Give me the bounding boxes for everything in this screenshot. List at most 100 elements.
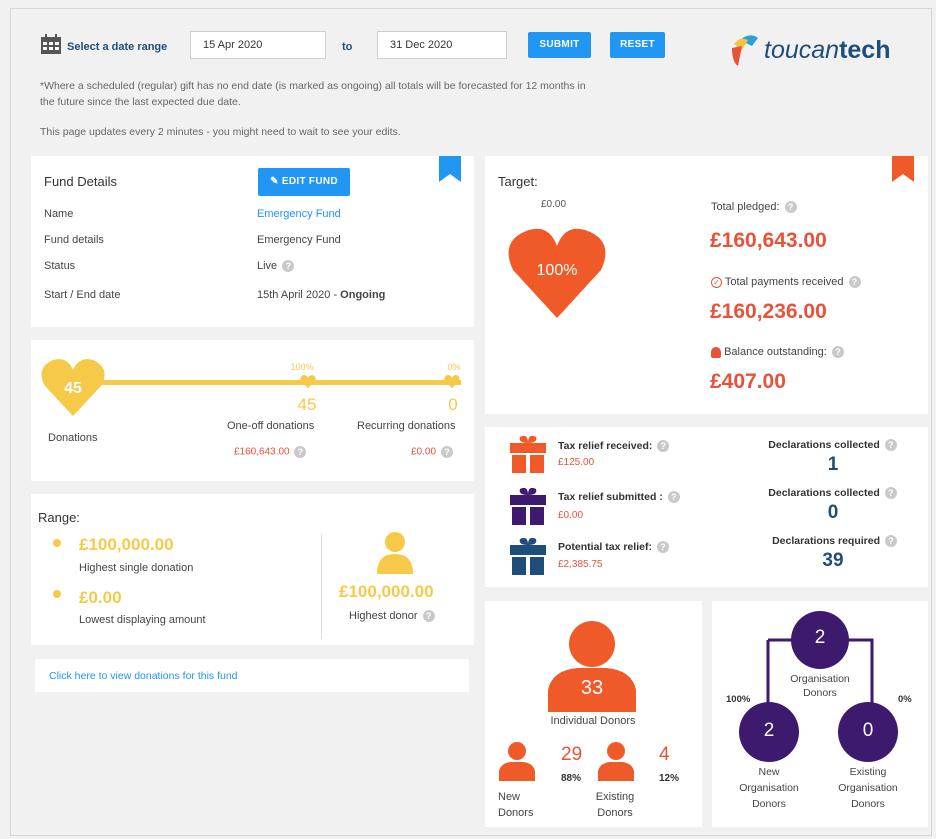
view-donations-link[interactable]: Click here to view donations for this fu… bbox=[49, 670, 238, 682]
oneoff-heart-icon bbox=[300, 374, 316, 388]
individual-donor-count: 33 bbox=[580, 677, 604, 699]
fund-details-title: Fund Details bbox=[44, 174, 117, 189]
help-icon[interactable]: ? bbox=[440, 446, 453, 458]
pledged-label-text: Total pledged: bbox=[711, 201, 780, 213]
highest-donor-text: Highest donor bbox=[349, 610, 418, 622]
new-org-label-3: Donors bbox=[752, 798, 786, 810]
target-amount: £0.00 bbox=[541, 199, 567, 210]
bookmark-icon[interactable] bbox=[439, 156, 461, 182]
date-from-value: 15 Apr 2020 bbox=[203, 39, 263, 51]
toucantech-logo-icon bbox=[730, 32, 760, 68]
fund-dates-label: Start / End date bbox=[44, 289, 121, 301]
declarations-collected-label: Declarations collected ? bbox=[745, 439, 920, 452]
help-icon[interactable]: ? bbox=[294, 446, 307, 458]
payments-label: ✓ Total payments received ? bbox=[711, 276, 861, 289]
existing-donor-label-2: Donors bbox=[597, 807, 633, 819]
help-icon[interactable]: ? bbox=[784, 201, 797, 214]
status-text: Live bbox=[257, 260, 278, 272]
existing-donor-label-1: Existing bbox=[595, 791, 635, 803]
balance-label: Balance outstanding: ? bbox=[711, 346, 844, 359]
tax-relief-card: Tax relief received: ? £125.00 Tax relie… bbox=[485, 427, 928, 587]
date-from-input[interactable]: 15 Apr 2020 bbox=[190, 31, 326, 59]
new-donor-label-1: New bbox=[498, 791, 521, 803]
date-to-value: 31 Dec 2020 bbox=[390, 39, 453, 51]
existing-donor-pct: 12% bbox=[659, 773, 680, 784]
existing-organisation-count: 0 bbox=[862, 720, 874, 741]
tax-received-label: Tax relief received: ? bbox=[558, 440, 670, 453]
target-card: Target: £0.00 100% Total pledged: ? £160… bbox=[485, 156, 928, 414]
declarations-collected-label-2: Declarations collected ? bbox=[745, 487, 920, 500]
new-donor-label: New Donors bbox=[498, 789, 533, 821]
decl1-text: Declarations collected bbox=[768, 439, 880, 451]
calendar-icon[interactable] bbox=[40, 33, 62, 55]
help-icon[interactable]: ? bbox=[282, 260, 295, 273]
help-icon[interactable]: ? bbox=[657, 440, 670, 453]
person-icon bbox=[375, 530, 415, 574]
help-icon[interactable]: ? bbox=[884, 487, 897, 500]
highest-donation-label: Highest single donation bbox=[79, 562, 194, 574]
existing-org-label-2: Organisation bbox=[838, 782, 898, 794]
org-label-1: Organisation bbox=[790, 673, 850, 685]
tax-submitted-label: Tax relief submitted : ? bbox=[558, 491, 680, 504]
decl3-text: Declarations required bbox=[772, 535, 881, 547]
tax-potential-text: Potential tax relief: bbox=[558, 541, 652, 553]
organisation-donors-card: 2 Organisation Donors 100% 0% 2 New Organi… bbox=[712, 601, 928, 827]
new-org-label-2: Organisation bbox=[739, 782, 799, 794]
highest-donor-label: Highest donor ? bbox=[349, 610, 435, 623]
help-icon[interactable]: ? bbox=[667, 491, 680, 504]
target-heart-pct: 100% bbox=[536, 262, 578, 279]
range-card: Range: £100,000.00 Highest single donati… bbox=[31, 494, 474, 645]
payments-value: £160,236.00 bbox=[710, 300, 827, 323]
fund-name-label: Name bbox=[44, 208, 74, 220]
organisation-donors-label: Organisation Donors bbox=[774, 672, 866, 700]
tax-submitted-value: £0.00 bbox=[558, 510, 584, 521]
new-donor-pct: 88% bbox=[561, 773, 582, 784]
fund-details-label: Fund details bbox=[44, 234, 104, 246]
new-donor-icon bbox=[499, 741, 535, 781]
organisation-donors-count: 2 bbox=[814, 627, 826, 648]
bookmark-icon[interactable] bbox=[892, 156, 914, 182]
recurring-heart-icon bbox=[444, 374, 460, 388]
date-to-input[interactable]: 31 Dec 2020 bbox=[377, 31, 507, 59]
edit-fund-button[interactable]: ✎ EDIT FUND bbox=[258, 168, 350, 196]
recurring-label: Recurring donations bbox=[357, 420, 456, 432]
pencil-icon: ✎ bbox=[270, 176, 279, 187]
submit-button[interactable]: SUBMIT bbox=[528, 32, 591, 58]
oneoff-pct: 100% bbox=[290, 362, 314, 372]
tax-potential-label: Potential tax relief: ? bbox=[558, 541, 669, 554]
forecast-note: *Where a scheduled (regular) gift has no… bbox=[40, 80, 586, 108]
reset-button[interactable]: RESET bbox=[610, 32, 665, 58]
payments-label-text: Total payments received bbox=[724, 276, 844, 288]
gift-icon bbox=[510, 535, 546, 575]
date-range-label: Select a date range bbox=[67, 41, 168, 53]
logo-prefix: toucan bbox=[764, 36, 840, 64]
bullet-dot bbox=[53, 539, 61, 547]
declarations-collected-value: 1 bbox=[827, 454, 839, 475]
fund-name-link[interactable]: Emergency Fund bbox=[257, 208, 341, 220]
help-icon[interactable]: ? bbox=[656, 541, 669, 554]
balance-value: £407.00 bbox=[710, 370, 786, 393]
existing-org-label-1: Existing bbox=[849, 766, 887, 778]
highest-donor-value: £100,000.00 bbox=[339, 582, 434, 601]
decl2-text: Declarations collected bbox=[768, 487, 880, 499]
oneoff-amount: £160,643.00 ? bbox=[234, 446, 307, 458]
individual-donors-card: 33 Individual Donors New Donors 29 88% Ex… bbox=[485, 601, 702, 827]
help-icon[interactable]: ? bbox=[884, 535, 897, 548]
declarations-required-label: Declarations required ? bbox=[747, 535, 922, 548]
recurring-amount-text: £0.00 bbox=[411, 446, 437, 458]
help-icon[interactable]: ? bbox=[831, 346, 844, 359]
range-title: Range: bbox=[38, 510, 80, 525]
view-donations-card: Click here to view donations for this fu… bbox=[35, 659, 469, 692]
existing-organisation-label: Existing Organisation Donors bbox=[823, 764, 913, 812]
donations-count: 45 bbox=[64, 380, 82, 397]
new-org-label-1: New bbox=[758, 766, 780, 778]
bullet-dot bbox=[53, 590, 61, 598]
fund-status-label: Status bbox=[44, 260, 76, 272]
help-icon[interactable]: ? bbox=[884, 439, 897, 452]
individual-donor-label: Individual Donors bbox=[550, 715, 636, 727]
help-icon[interactable]: ? bbox=[848, 276, 861, 289]
help-icon[interactable]: ? bbox=[422, 610, 435, 623]
fund-dates-value: 15th April 2020 - Ongoing bbox=[257, 289, 385, 301]
tax-received-text: Tax relief received: bbox=[558, 440, 653, 452]
donations-card: 45 Donations 100% 45 One-off donations £… bbox=[31, 340, 474, 481]
